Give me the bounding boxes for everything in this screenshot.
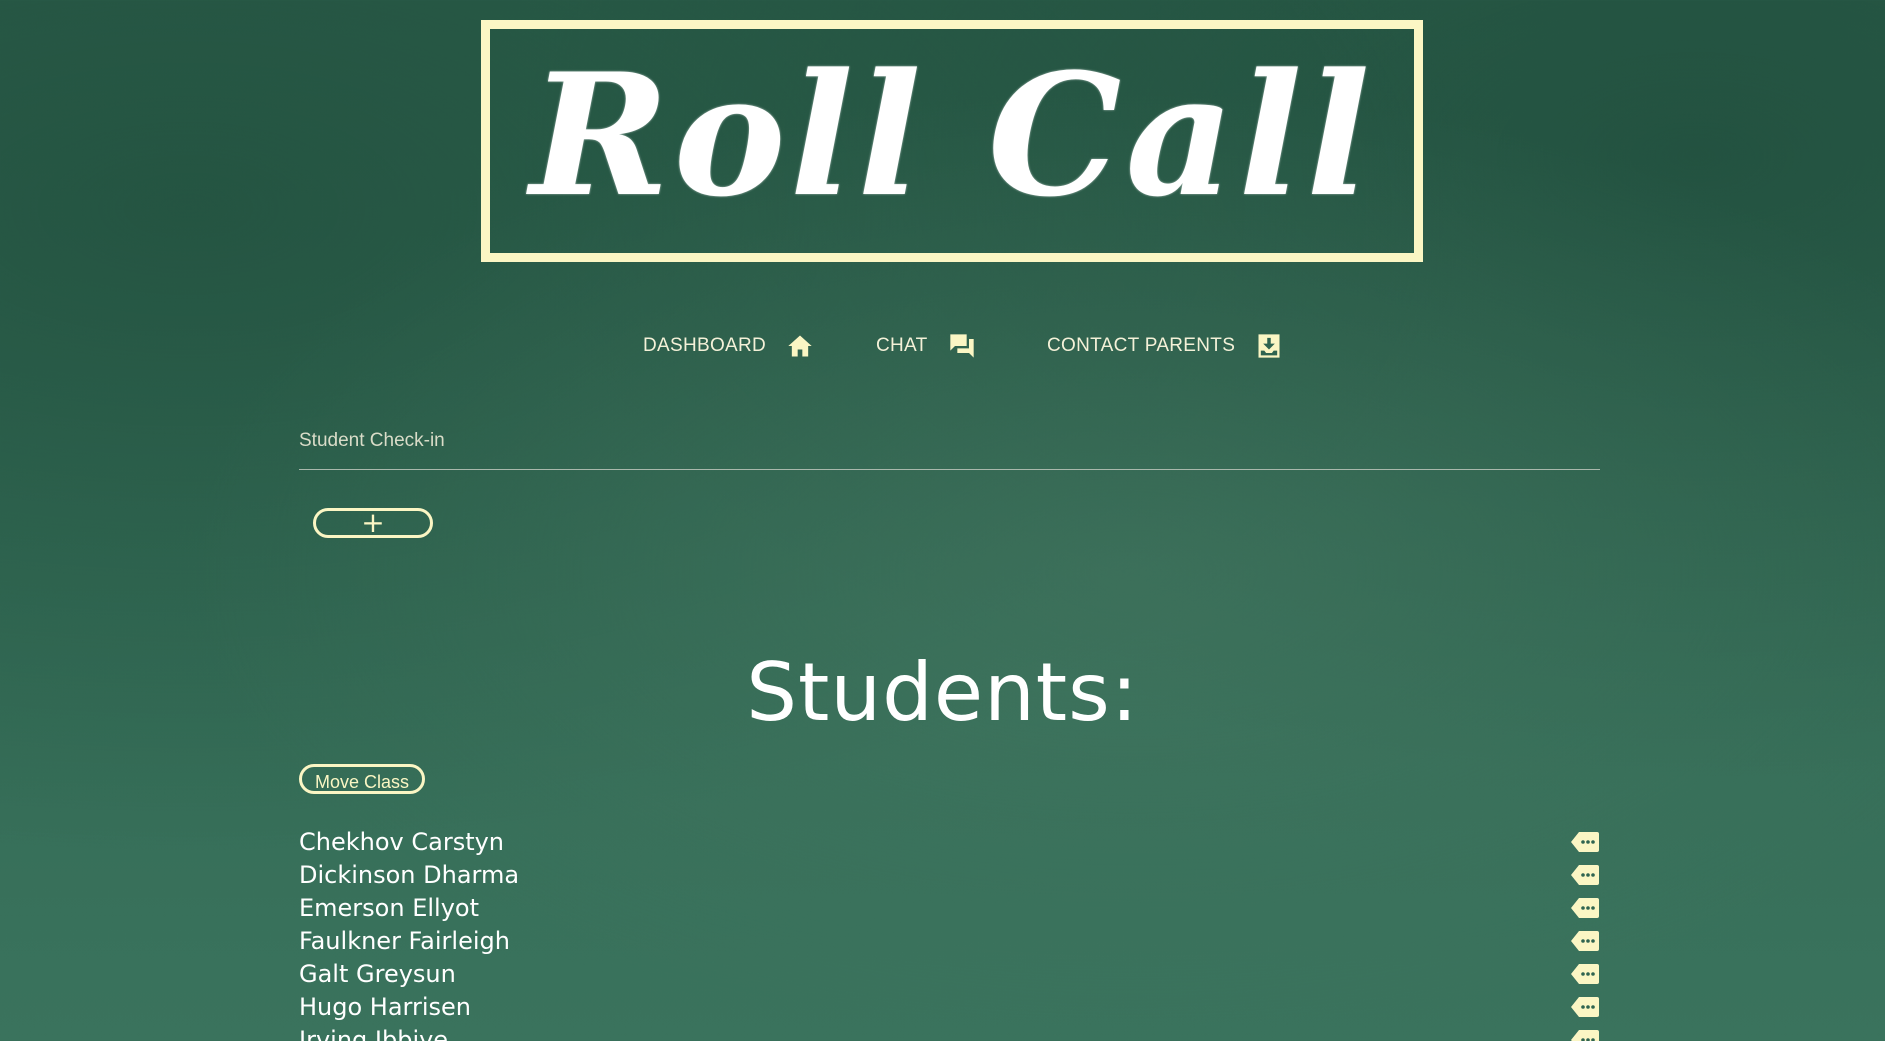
- nav-item-label: CONTACT PARENTS: [1047, 335, 1236, 356]
- nav-item-label: DASHBOARD: [643, 335, 767, 356]
- student-row: Chekhov Carstyn: [299, 825, 1600, 858]
- main-nav: DASHBOARD CHAT CONTACT PARENTS: [0, 328, 1885, 364]
- tag-more-icon[interactable]: [1570, 1028, 1600, 1041]
- tag-more-icon[interactable]: [1570, 962, 1600, 986]
- home-icon: [786, 332, 814, 360]
- student-name[interactable]: Galt Greysun: [299, 960, 456, 988]
- tag-more-icon[interactable]: [1570, 896, 1600, 920]
- student-row: Galt Greysun: [299, 957, 1600, 990]
- app-logo: Roll Call: [529, 36, 1374, 234]
- chat-icon: [948, 332, 976, 360]
- tag-more-icon[interactable]: [1570, 995, 1600, 1019]
- add-checkin-button[interactable]: +: [313, 508, 433, 538]
- student-name[interactable]: Hugo Harrisen: [299, 993, 471, 1021]
- student-name[interactable]: Faulkner Fairleigh: [299, 927, 510, 955]
- student-name[interactable]: Dickinson Dharma: [299, 861, 519, 889]
- tag-more-icon[interactable]: [1570, 929, 1600, 953]
- student-row: Hugo Harrisen: [299, 990, 1600, 1023]
- section-divider: [299, 469, 1600, 470]
- student-name[interactable]: Irving Ibbiye: [299, 1026, 448, 1041]
- nav-item-dashboard[interactable]: DASHBOARD: [643, 328, 814, 364]
- student-name[interactable]: Chekhov Carstyn: [299, 828, 504, 856]
- section-title-checkin: Student Check-in: [299, 430, 445, 451]
- nav-item-chat[interactable]: CHAT: [876, 328, 976, 364]
- tag-more-icon[interactable]: [1570, 830, 1600, 854]
- tag-more-icon[interactable]: [1570, 863, 1600, 887]
- student-row: Faulkner Fairleigh: [299, 924, 1600, 957]
- move-class-button[interactable]: Move Class: [299, 764, 426, 794]
- student-row: Irving Ibbiye: [299, 1023, 1600, 1041]
- student-list: Chekhov Carstyn Dickinson Dharma Emerson…: [299, 825, 1600, 1041]
- students-heading: Students:: [746, 646, 1139, 739]
- logo-frame: Roll Call: [481, 20, 1423, 262]
- inbox-download-icon: [1255, 332, 1283, 360]
- student-row: Emerson Ellyot: [299, 891, 1600, 924]
- nav-item-label: CHAT: [876, 335, 928, 356]
- nav-item-contact-parents[interactable]: CONTACT PARENTS: [1047, 328, 1283, 364]
- student-row: Dickinson Dharma: [299, 858, 1600, 891]
- student-name[interactable]: Emerson Ellyot: [299, 894, 479, 922]
